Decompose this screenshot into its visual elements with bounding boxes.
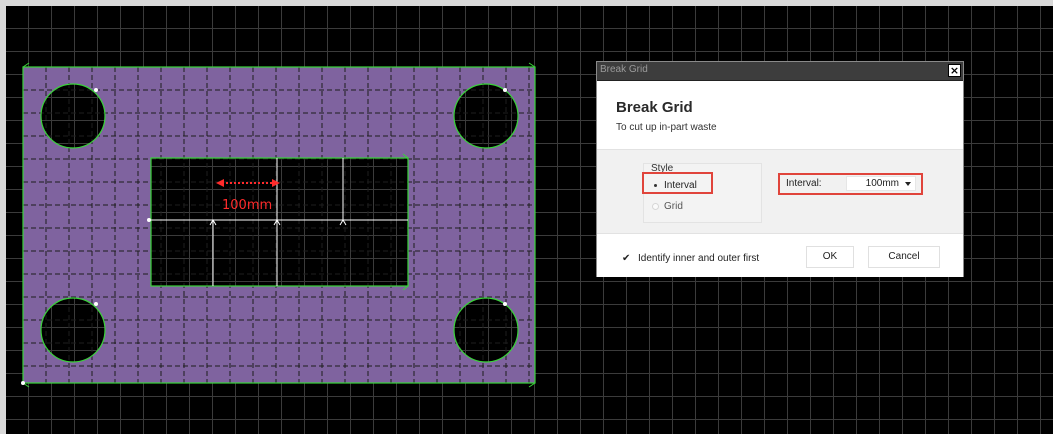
dialog-heading: Break Grid bbox=[616, 99, 693, 116]
dialog-header: Break Grid To cut up in-part waste bbox=[597, 81, 963, 149]
grid-radio-label: Grid bbox=[664, 201, 683, 212]
start-point bbox=[147, 218, 151, 222]
hole-bottom-right bbox=[453, 297, 519, 363]
cancel-button[interactable]: Cancel bbox=[868, 246, 940, 268]
dialog-window-title: Break Grid bbox=[600, 64, 648, 75]
radio-unselected-icon bbox=[652, 203, 659, 210]
dimension-arrow bbox=[216, 179, 280, 187]
dialog-footer: ✔ Identify inner and outer first OK Canc… bbox=[597, 233, 963, 277]
start-point bbox=[94, 302, 98, 306]
interval-dropdown-highlight bbox=[778, 173, 923, 195]
part-body bbox=[23, 67, 535, 383]
close-icon[interactable]: × bbox=[948, 64, 961, 77]
hole-bottom-left bbox=[40, 297, 106, 363]
inner-cutout-contour bbox=[150, 157, 409, 287]
hole-top-left bbox=[40, 83, 106, 149]
hole-top-right bbox=[453, 83, 519, 149]
break-grid-dialog: Break Grid × Break Grid To cut up in-par… bbox=[596, 61, 964, 277]
ok-button[interactable]: OK bbox=[806, 246, 854, 268]
grid-radio[interactable]: Grid bbox=[650, 199, 750, 215]
start-point bbox=[503, 88, 507, 92]
checkmark-icon: ✔ bbox=[622, 253, 631, 264]
dialog-subheading: To cut up in-part waste bbox=[616, 122, 717, 133]
start-point bbox=[503, 302, 507, 306]
dialog-body: Style Interval Grid Interval: 100mm bbox=[597, 149, 963, 233]
dialog-titlebar[interactable]: Break Grid × bbox=[597, 62, 963, 81]
dimension-label: 100mm bbox=[222, 198, 272, 213]
identify-inner-outer-label: Identify inner and outer first bbox=[638, 253, 760, 264]
start-point bbox=[94, 88, 98, 92]
interval-radio-highlight bbox=[642, 172, 713, 194]
start-point bbox=[21, 381, 25, 385]
